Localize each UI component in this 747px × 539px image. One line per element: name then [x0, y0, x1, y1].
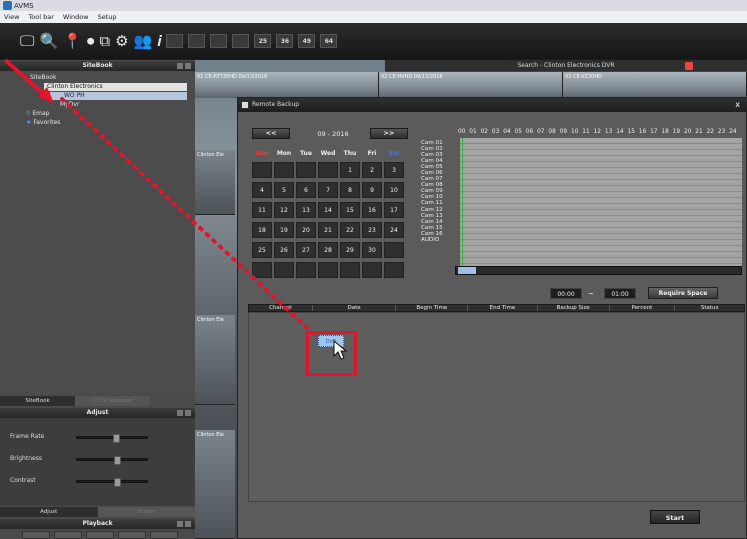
annotation-overlay — [3, 58, 322, 342]
annotation-dotted-path — [60, 97, 322, 342]
annotation-arrow-line — [3, 58, 48, 98]
mouse-cursor-icon — [333, 340, 347, 360]
app-window: AVMS View Tool bar Window Setup 🖵 🔍 📍 ⏺ … — [0, 0, 747, 539]
